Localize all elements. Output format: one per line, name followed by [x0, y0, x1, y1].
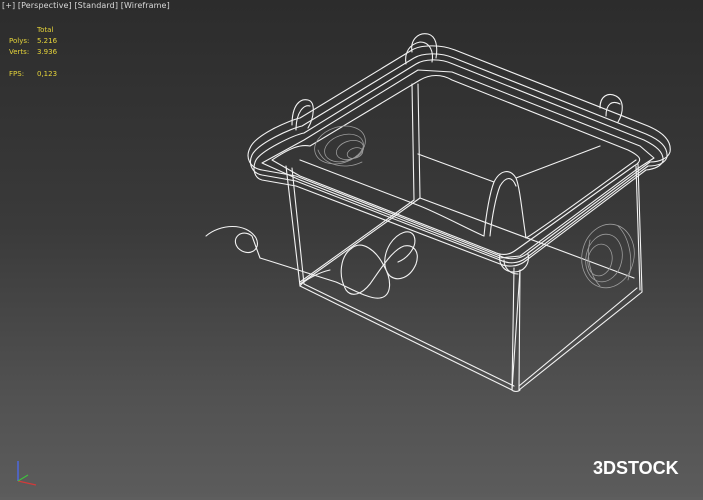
x-axis [17, 480, 37, 486]
box-body [285, 83, 643, 393]
watermark-stock: STOCK [616, 458, 679, 478]
wireframe-model[interactable] [0, 0, 703, 500]
watermark-3d: 3D [593, 458, 616, 478]
axis-gizmo [17, 461, 37, 486]
y-axis [17, 474, 29, 482]
3d-viewport[interactable]: [+] [Perspective] [Standard] [Wireframe]… [0, 0, 703, 500]
3dstock-watermark: 3D STOCK [593, 458, 679, 478]
box-rim [247, 45, 671, 267]
